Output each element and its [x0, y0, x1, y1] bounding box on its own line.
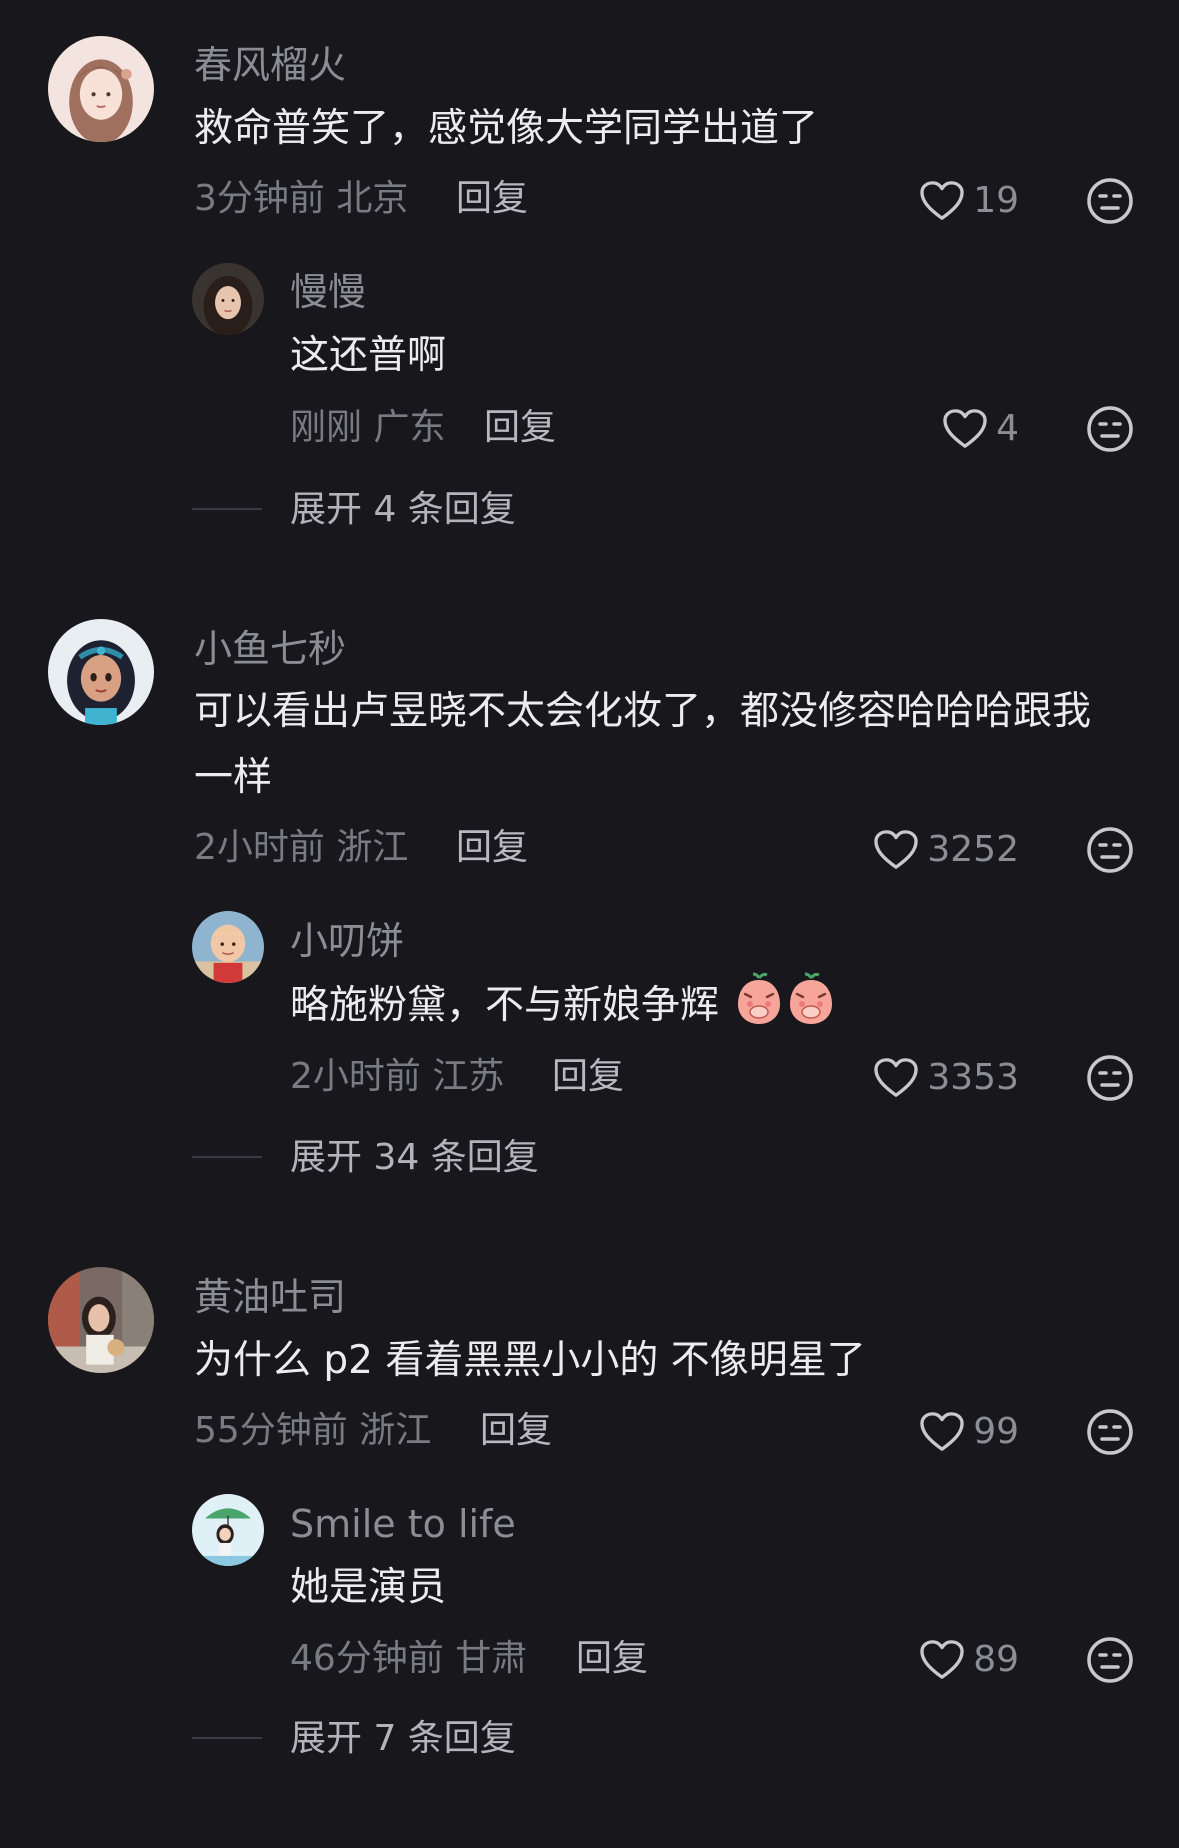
location: 浙江	[336, 827, 409, 868]
username[interactable]: 小叨饼	[290, 922, 404, 960]
like-count: 4	[996, 408, 1019, 449]
dislike-button[interactable]	[1086, 177, 1134, 225]
like-button[interactable]: 99	[919, 1408, 1019, 1456]
like-count: 19	[973, 180, 1019, 221]
comment-meta: 3分钟前 北京	[194, 181, 408, 217]
comment-text: 救命普笑了，感觉像大学同学出道了	[194, 106, 819, 151]
like-button[interactable]: 3252	[873, 826, 1019, 874]
expand-divider	[192, 508, 262, 510]
comment-meta: 46分钟前 甘肃	[290, 1641, 527, 1677]
like-count: 3353	[927, 1057, 1019, 1098]
username[interactable]: 小鱼七秒	[194, 630, 346, 668]
reply-button[interactable]: 回复	[552, 1059, 624, 1095]
location: 浙江	[359, 1410, 432, 1451]
meh-face-icon	[1087, 178, 1133, 224]
meh-face-icon	[1087, 1055, 1133, 1101]
meh-face-icon	[1087, 1637, 1133, 1683]
like-button[interactable]: 89	[919, 1636, 1019, 1684]
heart-icon	[874, 830, 919, 869]
like-count: 99	[973, 1411, 1019, 1452]
reply-button[interactable]: 回复	[456, 181, 528, 217]
reply-button[interactable]: 回复	[576, 1641, 648, 1677]
reply-button[interactable]: 回复	[456, 830, 528, 866]
comment-text: 这还普啊	[290, 333, 447, 378]
dislike-button[interactable]	[1086, 826, 1134, 874]
heart-icon	[943, 409, 987, 448]
princess-cartoon-avatar-icon	[48, 619, 154, 725]
location: 广东	[373, 407, 446, 448]
avatar[interactable]	[192, 1494, 264, 1566]
expand-replies-button[interactable]: 展开 4 条回复	[290, 492, 516, 528]
avatar[interactable]	[48, 619, 154, 725]
avatar[interactable]	[192, 911, 264, 983]
location: 甘肃	[455, 1638, 528, 1679]
peach-cover-mouth-emoji-icon	[738, 972, 781, 1024]
dislike-button[interactable]	[1086, 405, 1134, 453]
timestamp: 2小时前	[290, 1056, 421, 1097]
timestamp: 55分钟前	[194, 1410, 348, 1451]
street-photo-avatar-icon	[48, 1267, 154, 1373]
avatar[interactable]	[192, 263, 264, 335]
dislike-button[interactable]	[1086, 1408, 1134, 1456]
comment-text: 为什么 p2 看着黑黑小小的 不像明星了	[194, 1338, 866, 1383]
comment-text: 可以看出卢昱晓不太会化妆了，都没修容哈哈哈跟我一样	[194, 689, 1092, 800]
meh-face-icon	[1087, 827, 1133, 873]
umbrella-girl-cartoon-avatar-icon	[192, 1494, 264, 1566]
dislike-button[interactable]	[1086, 1636, 1134, 1684]
like-button[interactable]: 19	[919, 177, 1019, 225]
heart-icon	[920, 1640, 964, 1679]
heart-icon	[920, 181, 964, 220]
meh-face-icon	[1087, 1409, 1133, 1455]
avatar[interactable]	[48, 36, 154, 142]
username[interactable]: 春风榴火	[194, 46, 346, 84]
girl-illustration-avatar-icon	[48, 36, 154, 142]
like-button[interactable]: 3353	[873, 1054, 1019, 1102]
comment-text: 略施粉黛，不与新娘争辉	[290, 972, 1179, 1039]
timestamp: 刚刚	[290, 407, 363, 448]
location: 北京	[336, 178, 409, 219]
username[interactable]: 黄油吐司	[194, 1278, 346, 1316]
peach-cover-mouth-emoji-icon	[790, 972, 833, 1024]
timestamp: 46分钟前	[290, 1638, 444, 1679]
username[interactable]: Smile to life	[290, 1505, 516, 1543]
meh-face-icon	[1087, 406, 1133, 452]
like-button[interactable]: 4	[942, 405, 1019, 453]
timestamp: 2小时前	[194, 827, 325, 868]
timestamp: 3分钟前	[194, 178, 325, 219]
heart-icon	[874, 1058, 919, 1097]
expand-divider	[192, 1737, 262, 1739]
comment-meta: 2小时前 浙江	[194, 830, 408, 866]
location: 江苏	[432, 1056, 505, 1097]
like-count: 89	[973, 1639, 1019, 1680]
woman-photo-avatar-icon	[192, 263, 264, 335]
comment-meta: 55分钟前 浙江	[194, 1413, 431, 1449]
heart-icon	[920, 1412, 964, 1451]
comment-meta: 2小时前 江苏	[290, 1059, 504, 1095]
reply-button[interactable]: 回复	[484, 410, 556, 446]
like-count: 3252	[927, 829, 1019, 870]
expand-replies-button[interactable]: 展开 34 条回复	[290, 1140, 539, 1176]
expand-divider	[192, 1156, 262, 1158]
dislike-button[interactable]	[1086, 1054, 1134, 1102]
reply-button[interactable]: 回复	[480, 1413, 552, 1449]
username[interactable]: 慢慢	[290, 273, 366, 311]
reply-text: 略施粉黛，不与新娘争辉	[290, 983, 720, 1028]
expand-replies-button[interactable]: 展开 7 条回复	[290, 1721, 516, 1757]
comment-meta: 刚刚 广东	[290, 410, 445, 446]
comment-text: 她是演员	[290, 1565, 447, 1610]
child-photo-avatar-icon	[192, 911, 264, 983]
avatar[interactable]	[48, 1267, 154, 1373]
